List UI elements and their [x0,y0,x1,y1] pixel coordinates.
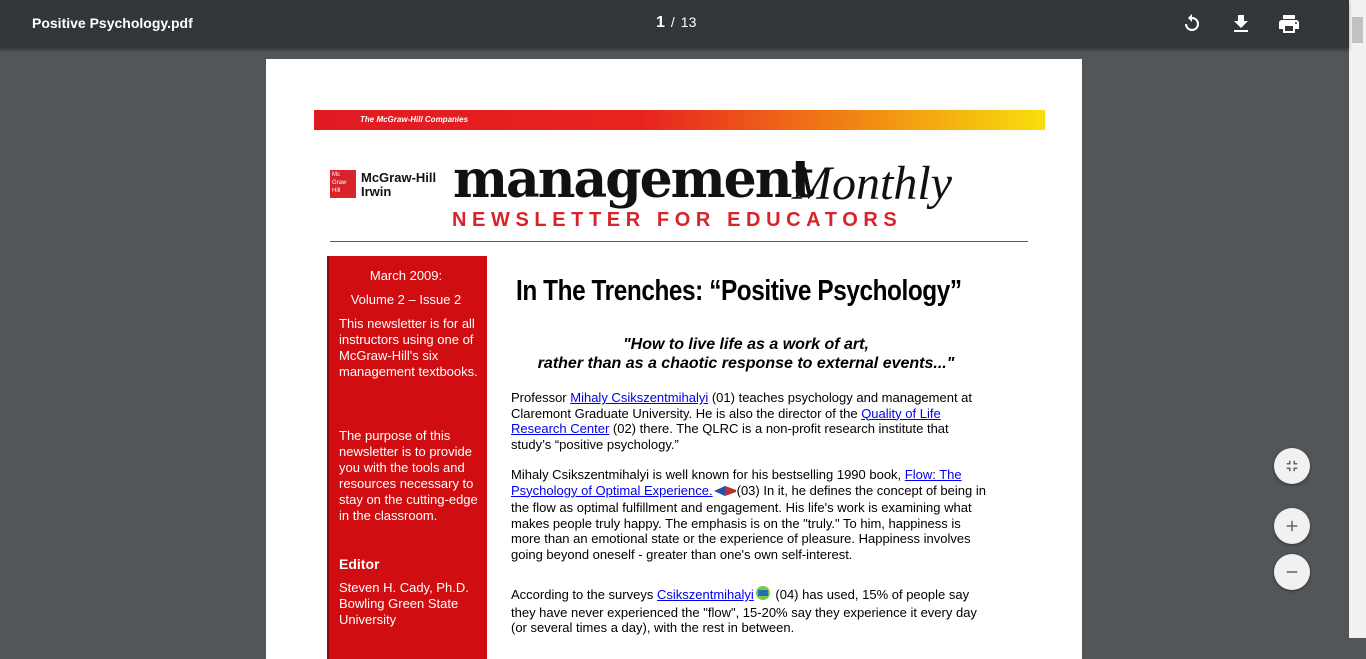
csikszentmihalyi-link[interactable]: Mihaly Csikszentmihalyi [570,390,708,405]
issue-date: March 2009: [369,268,443,283]
brand-name: McGraw-Hill Irwin [361,171,436,199]
current-page-number[interactable]: 1 [656,14,665,31]
page-separator: / [670,14,675,30]
paragraph-1: Professor Mihaly Csikszentmihalyi (01) t… [511,390,973,452]
fit-page-icon[interactable] [1274,448,1310,484]
sidebar-purpose: The purpose of this newsletter is to pro… [339,428,478,523]
banner-text: The McGraw-Hill Companies [360,115,469,124]
newsletter-subtitle: NEWSLETTER FOR EDUCATORS [452,209,903,231]
rotate-icon[interactable] [1180,12,1204,36]
article-quote: "How to live life as a work of art, rath… [496,335,996,373]
mcgraw-hill-logo: Mc Graw Hill [330,170,356,198]
print-icon[interactable] [1277,12,1301,36]
brand-line-2: Irwin [361,184,392,199]
editor-affiliation: Bowling Green State University [339,596,459,627]
editor-heading: Editor [339,556,380,572]
brand-line-1: McGraw-Hill [361,170,437,185]
quote-line-1: "How to live life as a work of art, [623,336,869,353]
publisher-banner: The McGraw-Hill Companies [314,110,1045,130]
scroll-thumb[interactable] [1352,17,1363,43]
pdf-page: The McGraw-Hill Companies Mc Graw Hill M… [266,59,1082,659]
masthead-italic: Monthly [792,157,952,210]
issue-sidebar: March 2009: Volume 2 – Issue 2 This news… [327,256,487,659]
document-title: Positive Psychology.pdf [32,15,193,31]
article-headline: In The Trenches: “Positive Psychology” [516,275,962,307]
page-indicator: 1 / 13 [656,14,696,32]
vertical-scrollbar[interactable] [1349,0,1366,638]
globe-icon [754,585,772,605]
total-pages: 13 [680,14,697,30]
header-divider [330,241,1028,242]
issue-volume: Volume 2 – Issue 2 [350,292,462,307]
editor-name: Steven H. Cady, Ph.D. [339,580,469,595]
masthead-title: management [453,149,815,210]
download-icon[interactable] [1229,12,1253,36]
paragraph-3: According to the surveys Csikszentmihaly… [511,585,977,635]
quote-line-2: rather than as a chaotic response to ext… [537,355,955,372]
pdf-toolbar: Positive Psychology.pdf 1 / 13 [0,0,1349,48]
book-icon [713,485,737,501]
zoom-out-icon[interactable] [1274,554,1310,590]
paragraph-2: Mihaly Csikszentmihalyi is well known fo… [511,467,986,562]
surveys-link[interactable]: Csikszentmihalyi [657,587,754,602]
zoom-in-icon[interactable] [1274,508,1310,544]
sidebar-intro: This newsletter is for all instructors u… [339,316,478,379]
